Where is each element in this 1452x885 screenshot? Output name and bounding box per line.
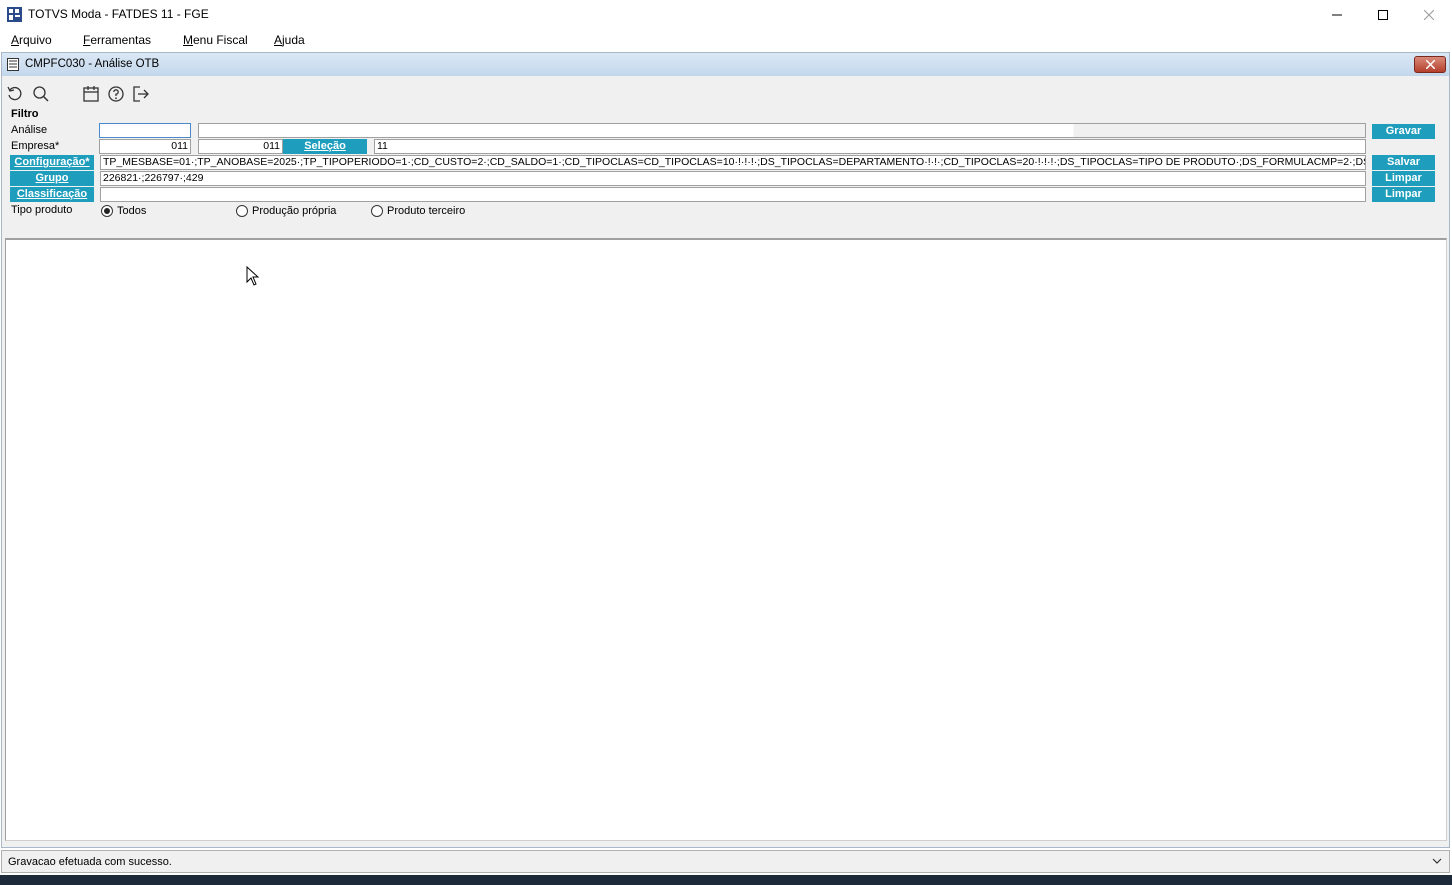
empresa-code-input[interactable]: 011: [99, 139, 191, 154]
exit-icon[interactable]: [132, 85, 150, 103]
mouse-cursor-icon: [246, 266, 260, 286]
status-bar: Gravacao efetuada com sucesso.: [1, 850, 1450, 873]
child-window-title: CMPFC030 - Análise OTB: [25, 58, 160, 70]
radio-producao-propria[interactable]: [236, 205, 248, 217]
empresa-label: Empresa*: [11, 140, 60, 152]
analise-code-input[interactable]: [99, 123, 191, 138]
radio-todos[interactable]: [101, 205, 113, 217]
filter-section-label: Filtro: [11, 108, 39, 120]
maximize-button[interactable]: [1360, 0, 1406, 29]
undo-icon[interactable]: [6, 85, 24, 103]
child-close-button[interactable]: [1414, 56, 1446, 73]
child-window: CMPFC030 - Análise OTB Filtro Análise Gr…: [1, 52, 1450, 848]
radio-produto-terceiro-label: Produto terceiro: [387, 205, 466, 217]
maximize-icon: [1378, 9, 1388, 20]
configuracao-button[interactable]: Configuração*: [10, 155, 94, 170]
selecao-button[interactable]: Seleção: [283, 139, 367, 154]
classificacao-input[interactable]: [100, 187, 1366, 202]
analise-desc-input[interactable]: [198, 123, 1366, 138]
selecao-input[interactable]: 11: [374, 139, 1366, 154]
analise-label: Análise: [11, 124, 48, 136]
close-button[interactable]: [1406, 0, 1452, 29]
status-message: Gravacao efetuada com sucesso.: [8, 856, 172, 868]
app-logo-icon: [7, 7, 22, 22]
salvar-button[interactable]: Salvar: [1372, 155, 1435, 170]
limpar-grupo-button[interactable]: Limpar: [1372, 171, 1435, 186]
toolbar: [2, 79, 1449, 107]
close-icon: [1424, 9, 1434, 20]
close-icon: [1425, 60, 1435, 69]
menu-arquivo[interactable]: Arquivo: [11, 33, 52, 47]
empresa-code2-input[interactable]: 011: [198, 139, 283, 154]
document-icon: [7, 58, 19, 71]
chevron-down-icon[interactable]: [1432, 856, 1442, 866]
gravar-button[interactable]: Gravar: [1372, 124, 1435, 139]
grupo-button[interactable]: Grupo: [10, 171, 94, 186]
calendar-icon[interactable]: [82, 85, 100, 103]
menu-ferramentas[interactable]: Ferramentas: [83, 33, 151, 47]
limpar-classificacao-button[interactable]: Limpar: [1372, 187, 1435, 202]
search-icon[interactable]: [32, 85, 50, 103]
window-title: TOTVS Moda - FATDES 11 - FGE: [28, 7, 209, 21]
grupo-input[interactable]: 226821·;226797·;429: [100, 171, 1366, 186]
window-titlebar: TOTVS Moda - FATDES 11 - FGE: [0, 0, 1452, 29]
results-panel[interactable]: [5, 238, 1447, 841]
configuracao-input[interactable]: TP_MESBASE=01·;TP_ANOBASE=2025·;TP_TIPOP…: [100, 155, 1366, 170]
tipo-produto-label: Tipo produto: [11, 204, 73, 216]
child-titlebar: CMPFC030 - Análise OTB: [2, 53, 1449, 76]
menu-fiscal[interactable]: Menu Fiscal: [183, 33, 248, 47]
radio-producao-propria-label: Produção própria: [252, 205, 337, 217]
radio-produto-terceiro[interactable]: [371, 205, 383, 217]
menu-bar: Arquivo Ferramentas Menu Fiscal Ajuda: [0, 29, 1452, 50]
minimize-icon: [1332, 14, 1342, 15]
classificacao-button[interactable]: Classificação: [10, 187, 94, 202]
help-icon[interactable]: [107, 85, 125, 103]
taskbar-strip: [0, 875, 1452, 885]
filter-panel: Filtro Análise Gravar Empresa* 011 011 S…: [2, 107, 1449, 235]
minimize-button[interactable]: [1314, 0, 1360, 29]
menu-ajuda[interactable]: Ajuda: [274, 33, 305, 47]
radio-todos-label: Todos: [117, 205, 147, 217]
